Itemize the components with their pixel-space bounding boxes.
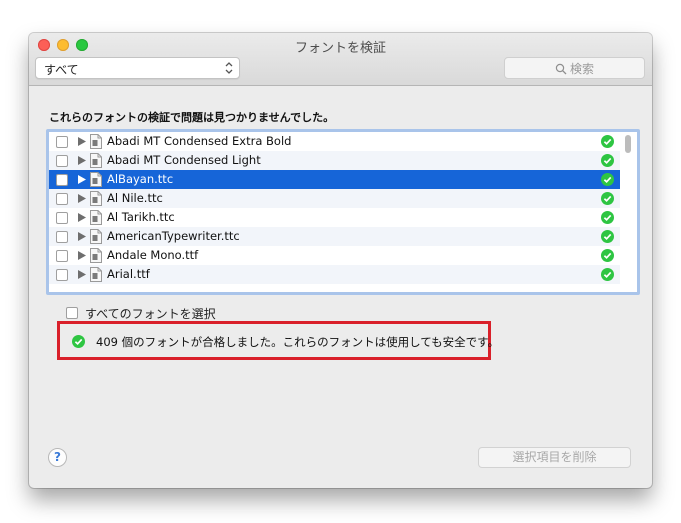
disclosure-triangle-icon[interactable] bbox=[78, 251, 86, 260]
font-row[interactable]: AlBayan.ttc bbox=[49, 170, 620, 189]
filter-popup-value: すべて bbox=[44, 63, 79, 77]
scrollbar-thumb[interactable] bbox=[625, 135, 631, 153]
font-row[interactable]: Al Tarikh.ttc bbox=[49, 208, 620, 227]
checkbox-icon[interactable] bbox=[66, 307, 78, 319]
row-checkbox[interactable] bbox=[56, 136, 68, 148]
check-circle-icon bbox=[72, 335, 85, 348]
search-icon bbox=[555, 63, 567, 75]
check-circle-icon bbox=[601, 135, 614, 148]
font-row[interactable]: Al Nile.ttc bbox=[49, 189, 620, 208]
disclosure-triangle-icon[interactable] bbox=[78, 137, 86, 146]
filter-popup[interactable]: すべて bbox=[35, 57, 240, 79]
disclosure-triangle-icon[interactable] bbox=[78, 194, 86, 203]
font-file-icon bbox=[90, 229, 102, 244]
result-summary: 409 個のフォントが合格しました。これらのフォントは使用しても安全です。 bbox=[57, 321, 499, 360]
row-checkbox[interactable] bbox=[56, 155, 68, 167]
check-circle-icon bbox=[601, 249, 614, 262]
search-placeholder: 検索 bbox=[569, 62, 594, 76]
font-name: Arial.ttf bbox=[107, 267, 150, 281]
check-circle-icon bbox=[601, 230, 614, 243]
row-checkbox[interactable] bbox=[56, 269, 68, 281]
disclosure-triangle-icon[interactable] bbox=[78, 175, 86, 184]
disclosure-triangle-icon[interactable] bbox=[78, 213, 86, 222]
check-circle-icon bbox=[601, 154, 614, 167]
font-name: AmericanTypewriter.ttc bbox=[107, 229, 240, 243]
row-checkbox[interactable] bbox=[56, 174, 68, 186]
font-name: Abadi MT Condensed Extra Bold bbox=[107, 134, 292, 148]
select-all-checkbox[interactable]: すべてのフォントを選択 bbox=[66, 305, 216, 322]
help-button[interactable]: ? bbox=[48, 448, 67, 467]
row-checkbox[interactable] bbox=[56, 250, 68, 262]
font-list[interactable]: Arial.ttf Andale Mono.ttf AmericanTypewrit… bbox=[46, 129, 640, 295]
title-bar: フォントを検証 すべて 検索 bbox=[29, 33, 652, 86]
window-title: フォントを検証 bbox=[294, 41, 386, 56]
disclosure-triangle-icon[interactable] bbox=[78, 232, 86, 241]
font-row[interactable]: Abadi MT Condensed Light bbox=[49, 151, 620, 170]
font-validation-window: フォントを検証 すべて 検索 これらのフォントの検証で問題は見つかりませんでした… bbox=[29, 33, 652, 488]
font-name: Andale Mono.ttf bbox=[107, 248, 199, 262]
font-file-icon bbox=[90, 191, 102, 206]
font-name: Al Nile.ttc bbox=[107, 191, 163, 205]
check-circle-icon bbox=[601, 173, 614, 186]
result-message: 409 個のフォントが合格しました。これらのフォントは使用しても安全です。 bbox=[96, 335, 500, 349]
font-file-icon bbox=[90, 172, 102, 187]
font-name: Al Tarikh.ttc bbox=[107, 210, 175, 224]
font-file-icon bbox=[90, 267, 102, 282]
disclosure-triangle-icon[interactable] bbox=[78, 156, 86, 165]
row-checkbox[interactable] bbox=[56, 193, 68, 205]
font-row[interactable]: Arial.ttf bbox=[49, 265, 620, 284]
font-file-icon bbox=[90, 248, 102, 263]
row-checkbox[interactable] bbox=[56, 212, 68, 224]
font-name: AlBayan.ttc bbox=[107, 172, 174, 186]
check-circle-icon bbox=[601, 211, 614, 224]
check-circle-icon bbox=[601, 268, 614, 281]
font-row[interactable]: AmericanTypewriter.ttc bbox=[49, 227, 620, 246]
chevron-updown-icon bbox=[225, 62, 233, 74]
font-row[interactable]: Abadi MT Condensed Extra Bold bbox=[49, 132, 620, 151]
validation-heading: これらのフォントの検証で問題は見つかりませんでした。 bbox=[49, 111, 335, 124]
font-name: Abadi MT Condensed Light bbox=[107, 153, 261, 167]
font-file-icon bbox=[90, 210, 102, 225]
disclosure-triangle-icon[interactable] bbox=[78, 270, 86, 279]
font-row[interactable]: Andale Mono.ttf bbox=[49, 246, 620, 265]
row-checkbox[interactable] bbox=[56, 231, 68, 243]
font-file-icon bbox=[90, 134, 102, 149]
check-circle-icon bbox=[601, 192, 614, 205]
font-file-icon bbox=[90, 153, 102, 168]
delete-selected-button[interactable]: 選択項目を削除 bbox=[478, 447, 631, 468]
list-scrollbar[interactable] bbox=[623, 132, 633, 288]
select-all-label: すべてのフォントを選択 bbox=[85, 307, 216, 321]
search-field[interactable]: 検索 bbox=[504, 57, 645, 79]
